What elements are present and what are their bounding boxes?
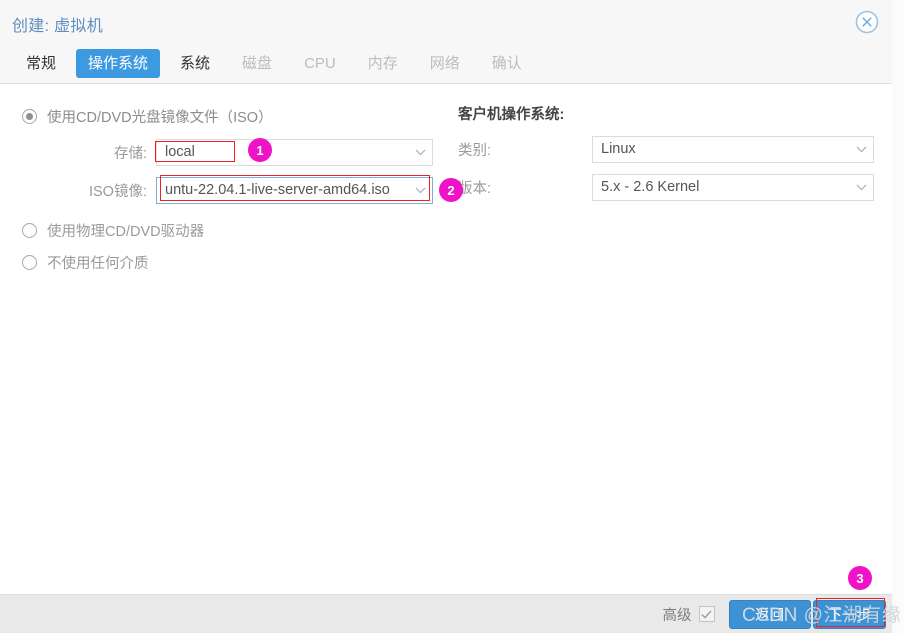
media-source-group: 使用CD/DVD光盘镜像文件（ISO） 存储: local ISO镜像: unt… — [22, 103, 452, 277]
os-version-select[interactable]: 5.x - 2.6 Kernel — [592, 173, 874, 201]
dialog-header: 创建: 虚拟机 — [0, 0, 892, 44]
storage-value: local — [165, 144, 195, 160]
page-background: 创建: 虚拟机 常规 操作系统 系统 磁盘 CPU 内存 网络 确认 使用CD/… — [0, 0, 904, 633]
radio-label-no-media: 不使用任何介质 — [47, 255, 149, 272]
tab-system[interactable]: 系统 — [168, 49, 222, 79]
storage-field-row: 存储: local — [22, 137, 452, 167]
iso-image-select[interactable]: untu-22.04.1-live-server-amd64.iso — [156, 176, 433, 204]
tab-disks[interactable]: 磁盘 — [230, 49, 284, 79]
dialog-footer: 高级 返回 下一步 — [0, 594, 892, 633]
radio-row-iso-file[interactable]: 使用CD/DVD光盘镜像文件（ISO） — [22, 103, 452, 129]
radio-button-no-media[interactable] — [22, 254, 37, 270]
storage-select[interactable]: local — [156, 138, 433, 166]
tab-memory[interactable]: 内存 — [356, 49, 410, 79]
iso-field-row: ISO镜像: untu-22.04.1-live-server-amd64.is… — [22, 175, 452, 205]
os-version-label: 版本: — [458, 180, 492, 197]
os-version-row: 版本: 5.x - 2.6 Kernel — [458, 172, 878, 202]
tab-cpu[interactable]: CPU — [292, 49, 348, 79]
iso-label: ISO镜像: — [88, 183, 147, 200]
back-button[interactable]: 返回 — [728, 599, 811, 629]
chevron-down-icon — [849, 184, 873, 191]
radio-label-physical-drive: 使用物理CD/DVD驱动器 — [47, 223, 205, 240]
radio-row-physical-drive[interactable]: 使用物理CD/DVD驱动器 — [22, 217, 452, 243]
page-title: 创建: 虚拟机 — [12, 18, 103, 35]
close-icon[interactable] — [855, 10, 879, 34]
radio-button-iso-file[interactable] — [22, 108, 37, 124]
next-button[interactable]: 下一步 — [812, 599, 886, 629]
os-version-value: 5.x - 2.6 Kernel — [601, 179, 700, 195]
advanced-checkbox[interactable] — [698, 606, 715, 622]
tab-confirm[interactable]: 确认 — [480, 49, 534, 79]
storage-label: 存储: — [113, 145, 147, 162]
chevron-down-icon — [408, 149, 432, 156]
radio-button-physical-drive[interactable] — [22, 222, 37, 238]
wizard-tabbar: 常规 操作系统 系统 磁盘 CPU 内存 网络 确认 — [0, 44, 892, 84]
chevron-down-icon — [849, 146, 873, 153]
radio-label-iso-file: 使用CD/DVD光盘镜像文件（ISO） — [47, 109, 273, 126]
iso-image-value: untu-22.04.1-live-server-amd64.iso — [165, 182, 390, 198]
create-vm-dialog: 创建: 虚拟机 常规 操作系统 系统 磁盘 CPU 内存 网络 确认 使用CD/… — [0, 0, 892, 633]
os-category-label: 类别: — [458, 142, 492, 159]
advanced-label: 高级 — [662, 607, 692, 624]
os-category-row: 类别: Linux — [458, 134, 878, 164]
guest-os-group: 客户机操作系统: 类别: Linux 版本: 5.x - 2.6 Kernel — [458, 103, 878, 202]
os-category-select[interactable]: Linux — [592, 135, 874, 163]
chevron-down-icon — [408, 187, 432, 194]
tab-network[interactable]: 网络 — [418, 49, 472, 79]
radio-row-no-media[interactable]: 不使用任何介质 — [22, 249, 452, 275]
dialog-body: 使用CD/DVD光盘镜像文件（ISO） 存储: local ISO镜像: unt… — [0, 85, 892, 594]
os-category-value: Linux — [601, 141, 636, 157]
tab-general[interactable]: 常规 — [14, 49, 68, 79]
guest-os-heading: 客户机操作系统: — [458, 107, 565, 123]
tab-os[interactable]: 操作系统 — [76, 48, 161, 79]
